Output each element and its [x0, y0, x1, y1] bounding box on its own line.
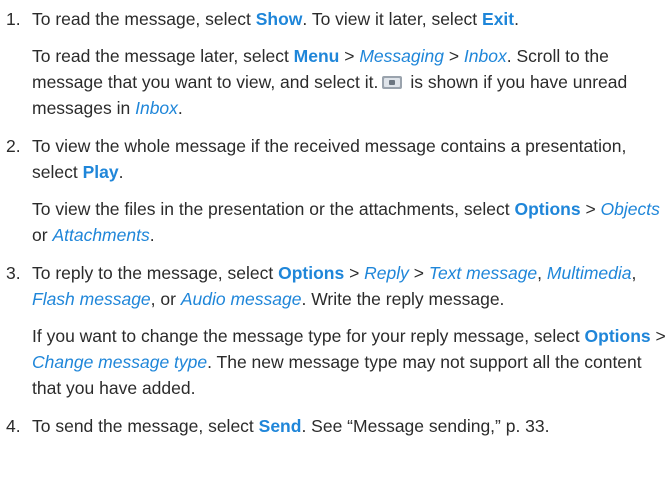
text: or [32, 225, 53, 245]
step-instruction: To reply to the message, select Options … [32, 260, 666, 312]
keyword-play: Play [82, 162, 119, 182]
unread-message-icon [382, 74, 404, 90]
menu-path-multimedia: Multimedia [546, 263, 632, 283]
separator: , or [150, 289, 181, 309]
text: If you want to change the message type f… [32, 326, 585, 346]
step-body: To read the message, select Show. To vie… [32, 6, 666, 121]
step-number: 4. [6, 416, 21, 436]
menu-path-messaging: Messaging [359, 46, 444, 66]
separator: > [339, 46, 360, 66]
separator: > [408, 263, 429, 283]
keyword-show: Show [255, 9, 303, 29]
text: To send the message, select [32, 416, 259, 436]
menu-path-inbox: Inbox [463, 46, 507, 66]
separator: , [537, 263, 547, 283]
step-note: If you want to change the message type f… [32, 323, 666, 401]
step-2: 2. To view the whole message if the rece… [6, 133, 666, 248]
menu-path-objects: Objects [600, 199, 660, 219]
keyword-menu: Menu [293, 46, 340, 66]
menu-path-change-message-type: Change message type [32, 352, 208, 372]
separator: > [650, 326, 666, 346]
step-note: To read the message later, select Menu >… [32, 43, 666, 121]
instruction-page: 1. To read the message, select Show. To … [0, 0, 666, 494]
step-number: 3. [6, 263, 21, 283]
separator: > [580, 199, 601, 219]
text: To read the message, select [32, 9, 256, 29]
text: To reply to the message, select [32, 263, 279, 283]
menu-path-audio-message: Audio message [180, 289, 302, 309]
separator: , [631, 263, 637, 283]
step-number: 2. [6, 136, 21, 156]
keyword-send: Send [258, 416, 302, 436]
step-instruction: To view the whole message if the receive… [32, 133, 666, 185]
step-instruction: To send the message, select Send. See “M… [32, 413, 666, 439]
step-body: To reply to the message, select Options … [32, 260, 666, 401]
step-3: 3. To reply to the message, select Optio… [6, 260, 666, 401]
menu-path-inbox: Inbox [135, 98, 178, 118]
text: . [118, 162, 124, 182]
text: To view the files in the presentation or… [32, 199, 515, 219]
separator: > [344, 263, 365, 283]
text: . See “Message sending,” p. 33. [301, 416, 550, 436]
menu-path-attachments: Attachments [52, 225, 150, 245]
step-instruction: To read the message, select Show. To vie… [32, 6, 666, 32]
text: . Write the reply message. [301, 289, 505, 309]
step-4: 4. To send the message, select Send. See… [6, 413, 666, 439]
menu-path-text-message: Text message [428, 263, 538, 283]
step-1: 1. To read the message, select Show. To … [6, 6, 666, 121]
menu-path-flash-message: Flash message [32, 289, 151, 309]
keyword-options: Options [278, 263, 345, 283]
step-body: To view the whole message if the receive… [32, 133, 666, 248]
step-note: To view the files in the presentation or… [32, 196, 666, 248]
text: . [514, 9, 520, 29]
text: . To view it later, select [302, 9, 483, 29]
step-body: To send the message, select Send. See “M… [32, 413, 666, 439]
keyword-exit: Exit [482, 9, 515, 29]
text: To read the message later, select [32, 46, 294, 66]
text: . [177, 98, 183, 118]
text: . [149, 225, 155, 245]
keyword-options: Options [584, 326, 651, 346]
keyword-options: Options [514, 199, 581, 219]
menu-path-reply: Reply [364, 263, 409, 283]
separator: > [443, 46, 464, 66]
step-number: 1. [6, 9, 21, 29]
